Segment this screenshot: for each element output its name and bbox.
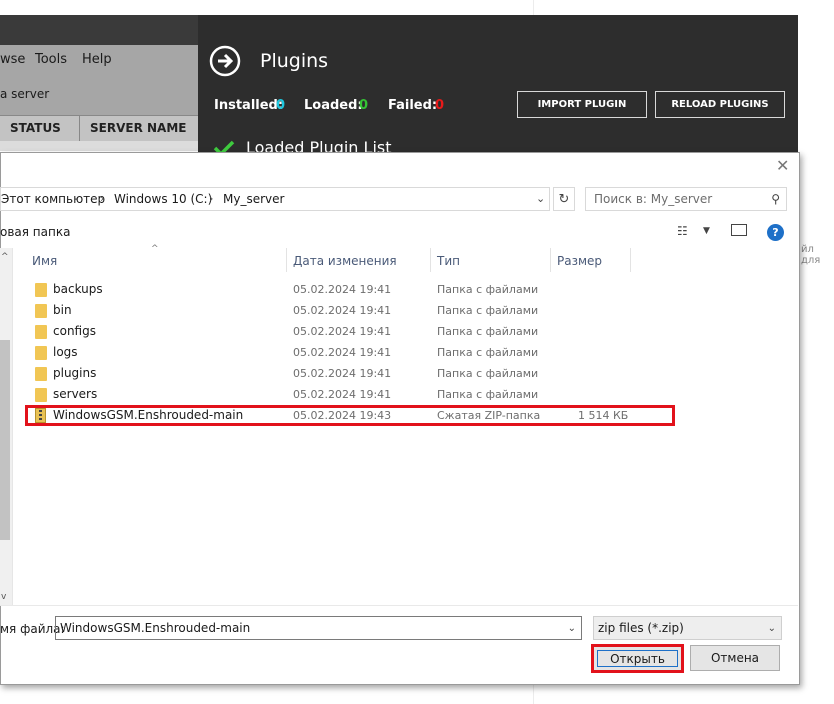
file-type: Папка с файлами (437, 388, 539, 401)
view-options-icon[interactable]: ☷ (677, 224, 688, 238)
chevron-down-icon[interactable]: ⌄ (768, 623, 776, 634)
search-field[interactable]: Поиск в: My_server ⚲ (585, 187, 787, 211)
add-server-label[interactable]: a server (0, 87, 49, 101)
filetype-select[interactable]: zip files (*.zip) ⌄ (593, 616, 782, 640)
column-divider[interactable] (550, 248, 551, 272)
file-row[interactable]: servers 05.02.2024 19:41 Папка с файлами (28, 385, 673, 405)
menu-browse[interactable]: wse (0, 52, 25, 67)
file-name: bin (53, 303, 72, 317)
file-name: configs (53, 324, 96, 338)
file-type: Папка с файлами (437, 304, 539, 317)
loaded-label: Loaded: (304, 98, 363, 113)
file-date: 05.02.2024 19:41 (293, 304, 392, 317)
installed-label: Installed: (214, 98, 284, 113)
column-divider[interactable] (430, 248, 431, 272)
column-header-name[interactable]: Имя (32, 254, 57, 268)
search-input[interactable]: Поиск в: My_server (594, 192, 712, 206)
folder-icon (35, 325, 47, 339)
failed-count: 0 (435, 98, 445, 113)
refresh-icon[interactable]: ↻ (553, 187, 575, 211)
open-button-label: Открыть (610, 651, 665, 666)
file-row[interactable]: configs 05.02.2024 19:41 Папка с файлами (28, 322, 673, 342)
folder-icon (35, 283, 47, 297)
filename-input[interactable]: WindowsGSM.Enshrouded-main (60, 621, 250, 635)
close-icon[interactable]: ✕ (776, 158, 792, 174)
file-row[interactable]: plugins 05.02.2024 19:41 Папка с файлами (28, 364, 673, 384)
folder-icon (35, 388, 47, 402)
filename-field[interactable]: WindowsGSM.Enshrouded-main ⌄ (55, 616, 582, 640)
column-divider (79, 115, 80, 141)
file-name: plugins (53, 366, 97, 380)
file-type: Папка с файлами (437, 346, 539, 359)
bottom-divider (0, 605, 798, 606)
pane-divider (12, 248, 13, 605)
file-type: Папка с файлами (437, 283, 539, 296)
breadcrumb-drive[interactable]: Windows 10 (C:) (114, 192, 212, 206)
arrow-right-circle-icon[interactable] (209, 45, 241, 77)
background-hint-text: йл для (801, 244, 821, 266)
folder-icon (35, 304, 47, 318)
breadcrumb-chevron-icon[interactable]: › (209, 192, 213, 205)
chevron-down-icon[interactable]: v (1, 592, 6, 602)
file-date: 05.02.2024 19:41 (293, 283, 392, 296)
breadcrumb-this-pc[interactable]: Этот компьютер (1, 192, 105, 206)
highlight-box (25, 405, 675, 426)
server-table-body (0, 141, 198, 151)
sort-ascending-icon: ^ (151, 244, 159, 254)
file-date: 05.02.2024 19:41 (293, 388, 392, 401)
chevron-down-icon[interactable]: ⌄ (568, 623, 576, 634)
breadcrumb-folder[interactable]: My_server (223, 192, 284, 206)
cancel-button[interactable]: Отмена (690, 645, 780, 671)
menu-tools[interactable]: Tools (35, 52, 67, 67)
file-date: 05.02.2024 19:41 (293, 325, 392, 338)
loaded-count: 0 (359, 98, 369, 113)
column-divider[interactable] (286, 248, 287, 272)
filetype-value[interactable]: zip files (*.zip) (598, 621, 684, 635)
menu-help[interactable]: Help (82, 52, 112, 67)
file-name: logs (53, 345, 78, 359)
scrollbar-thumb[interactable] (0, 340, 10, 540)
chevron-up-icon[interactable]: ^ (1, 252, 9, 262)
app-titlebar (0, 15, 198, 45)
search-icon[interactable]: ⚲ (771, 192, 780, 206)
column-header-type[interactable]: Тип (437, 254, 460, 268)
open-button[interactable]: Открыть (591, 644, 684, 673)
status-column-header[interactable]: STATUS (10, 121, 61, 135)
file-row[interactable]: backups 05.02.2024 19:41 Папка с файлами (28, 280, 673, 300)
chevron-down-icon[interactable]: ▼ (703, 226, 710, 236)
app-toolbar: a server (0, 75, 198, 115)
chevron-down-icon[interactable]: ⌄ (536, 192, 545, 205)
file-row[interactable]: logs 05.02.2024 19:41 Папка с файлами (28, 343, 673, 363)
failed-label: Failed: (388, 98, 438, 113)
file-date: 05.02.2024 19:41 (293, 346, 392, 359)
file-date: 05.02.2024 19:41 (293, 367, 392, 380)
file-type: Папка с файлами (437, 367, 539, 380)
file-type: Папка с файлами (437, 325, 539, 338)
plugins-title: Plugins (260, 50, 329, 72)
help-icon[interactable]: ? (767, 224, 784, 241)
file-name: backups (53, 282, 103, 296)
file-name: servers (53, 387, 98, 401)
column-header-size[interactable]: Размер (557, 254, 602, 268)
folder-icon (35, 346, 47, 360)
column-header-date[interactable]: Дата изменения (293, 254, 397, 268)
folder-icon (35, 367, 47, 381)
breadcrumb-chevron-icon[interactable]: › (100, 192, 104, 205)
reload-plugins-button[interactable]: RELOAD PLUGINS (655, 91, 785, 118)
server-name-column-header[interactable]: SERVER NAME (90, 121, 186, 135)
file-row[interactable]: bin 05.02.2024 19:41 Папка с файлами (28, 301, 673, 321)
installed-count: 0 (276, 98, 286, 113)
preview-pane-icon[interactable] (731, 224, 747, 236)
column-divider[interactable] (630, 248, 631, 272)
import-plugin-button[interactable]: IMPORT PLUGIN (517, 91, 647, 118)
new-folder-button[interactable]: овая папка (0, 225, 70, 239)
plugins-panel (198, 15, 798, 155)
